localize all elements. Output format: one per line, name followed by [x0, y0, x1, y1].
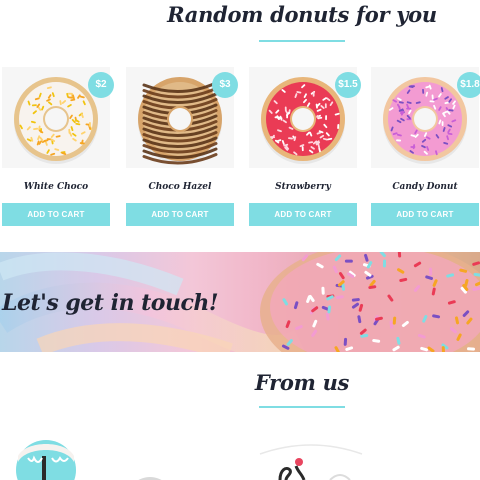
featured-section-title: Random donuts for you — [167, 2, 437, 27]
blog-post-thumbnail-2[interactable] — [131, 470, 169, 480]
product-name[interactable]: White Choco — [2, 182, 110, 196]
product-image[interactable]: $3 — [126, 67, 238, 168]
blog-post-thumbnail-3[interactable] — [256, 440, 366, 480]
contact-banner-title: Let's get in touch! — [2, 290, 219, 316]
add-to-cart-button[interactable]: ADD TO CART — [2, 203, 110, 226]
contact-banner: Let's get in touch! — [0, 252, 480, 352]
product-card-candy-donut[interactable]: $1.8 Candy Donut ADD TO CART — [371, 67, 480, 226]
post-image — [259, 444, 363, 480]
blog-section-title: From us — [254, 370, 350, 395]
product-image[interactable]: $2 — [2, 67, 114, 168]
product-image[interactable]: $1.5 — [249, 67, 361, 168]
blog-post-thumbnail-1[interactable] — [16, 440, 76, 480]
product-card-strawberry[interactable]: $1.5 Strawberry ADD TO CART — [249, 67, 361, 226]
price-badge: $3 — [212, 72, 238, 98]
price-badge: $2 — [88, 72, 114, 98]
add-to-cart-button[interactable]: ADD TO CART — [371, 203, 479, 226]
add-to-cart-button[interactable]: ADD TO CART — [126, 203, 234, 226]
product-name[interactable]: Strawberry — [249, 182, 357, 196]
price-badge: $1.5 — [335, 72, 361, 98]
featured-title-underline — [259, 40, 345, 42]
product-name[interactable]: Candy Donut — [371, 182, 479, 196]
product-card-white-choco[interactable]: $2 White Choco ADD TO CART — [2, 67, 114, 226]
blog-title-underline — [259, 406, 345, 408]
price-badge: $1.8 — [457, 72, 480, 98]
add-to-cart-button[interactable]: ADD TO CART — [249, 203, 357, 226]
product-image[interactable]: $1.8 — [371, 67, 480, 168]
post-image — [16, 440, 76, 480]
post-image — [138, 477, 162, 480]
product-name[interactable]: Choco Hazel — [126, 182, 234, 196]
product-card-choco-hazel[interactable]: $3 Choco Hazel ADD TO CART — [126, 67, 238, 226]
